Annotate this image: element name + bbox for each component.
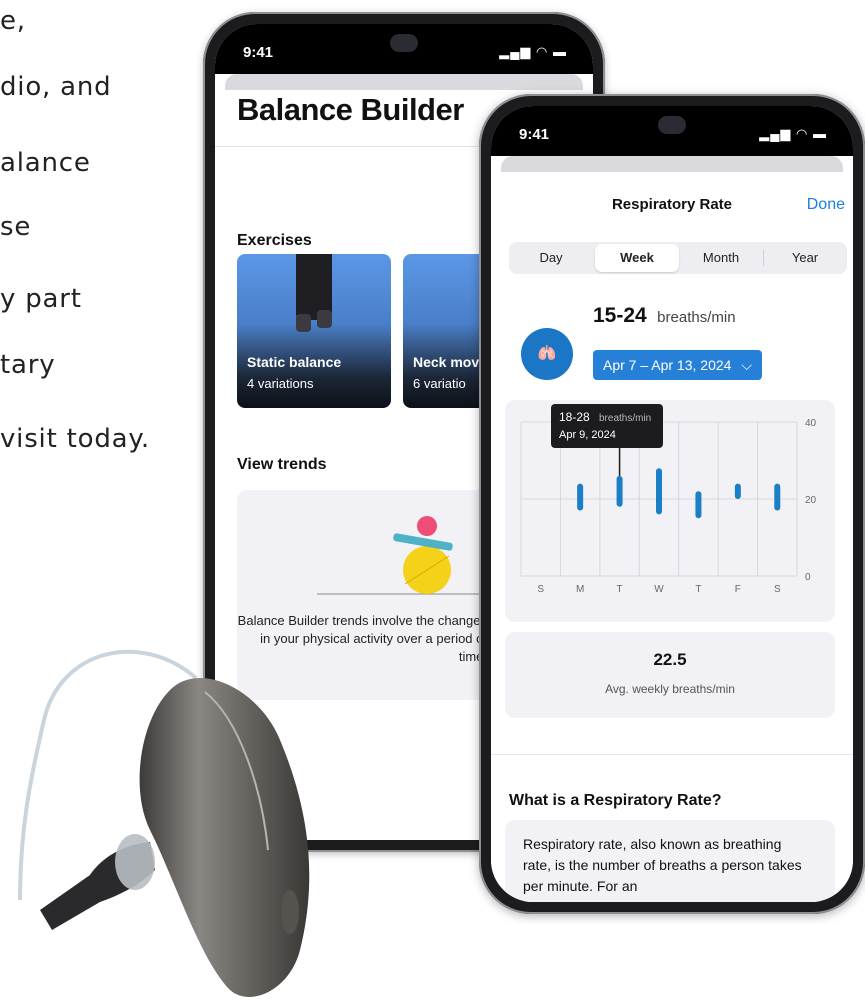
segment-month[interactable]: Month	[679, 242, 763, 274]
dynamic-island	[658, 116, 686, 134]
exercise-name: Neck mov	[413, 354, 480, 370]
phone-front: 9:41 ▂▄▆ ◠ ▬ Respiratory Rate Done Day W…	[479, 94, 865, 914]
info-heading: What is a Respiratory Rate?	[509, 792, 722, 809]
chart-svg: 40 20 0 S M T W T F S 18-28 breaths/min Apr 9, 2024	[520, 404, 817, 595]
bg-text-line-5: y part	[0, 284, 82, 314]
page-title: Balance Builder	[237, 92, 464, 127]
exercises-heading: Exercises	[237, 232, 312, 249]
status-bar: 9:41 ▂▄▆ ◠ ▬	[215, 24, 593, 74]
dynamic-island	[390, 34, 418, 52]
segment-day[interactable]: Day	[509, 242, 593, 274]
signal-wifi-battery-icon: ▂▄▆ ◠ ▬	[499, 44, 567, 59]
x-tick-label: T	[695, 584, 701, 595]
range-bar	[616, 475, 623, 507]
nav-title: Respiratory Rate	[611, 196, 733, 213]
shoe-image	[296, 314, 311, 332]
average-value: 22.5	[653, 650, 687, 669]
status-time: 9:41	[243, 44, 274, 61]
average-label: Avg. weekly breaths/min	[605, 682, 735, 696]
exercise-card-static-balance[interactable]: Static balance 4 variations	[237, 254, 391, 408]
tooltip-unit: breaths/min	[599, 413, 651, 424]
phone-front-screen: 9:41 ▂▄▆ ◠ ▬ Respiratory Rate Done Day W…	[491, 106, 853, 902]
bg-text-line-7: visit today.	[0, 424, 150, 454]
view-trends-heading: View trends	[237, 456, 327, 473]
exercise-name: Static balance	[247, 354, 342, 370]
hearing-aid-image	[18, 649, 310, 997]
y-tick-label: 40	[805, 418, 817, 429]
tooltip-date: Apr 9, 2024	[559, 429, 616, 441]
y-tick-label: 20	[805, 495, 817, 506]
respiratory-value: 15-24 breaths/min	[593, 304, 736, 328]
signal-wifi-battery-icon: ▂▄▆ ◠ ▬	[759, 126, 827, 141]
status-bar: 9:41 ▂▄▆ ◠ ▬	[491, 106, 853, 156]
range-bar	[577, 483, 584, 511]
value-unit: breaths/min	[657, 309, 736, 326]
chevron-down-icon: ⌵	[741, 357, 752, 373]
bg-text-line-4: se	[0, 212, 32, 242]
done-button[interactable]: Done	[807, 196, 845, 214]
x-tick-label: F	[735, 584, 741, 595]
info-card: Respiratory rate, also known as breathin…	[505, 820, 835, 902]
bg-text-line-1: e,	[0, 6, 26, 36]
bg-text-line-6: tary	[0, 350, 56, 380]
x-tick-label: S	[537, 584, 544, 595]
exercise-variations: 6 variatio	[413, 376, 466, 391]
average-card: 22.5 Avg. weekly breaths/min	[505, 632, 835, 718]
range-bar	[774, 483, 781, 511]
date-range-label: Apr 7 – Apr 13, 2024	[603, 357, 732, 373]
value-range: 15-24	[593, 304, 647, 327]
x-tick-label: W	[654, 584, 664, 595]
range-bar	[734, 483, 741, 499]
date-range-picker[interactable]: Apr 7 – Apr 13, 2024 ⌵	[593, 350, 762, 380]
info-text: Respiratory rate, also known as breathin…	[523, 836, 802, 894]
x-tick-label: M	[576, 584, 584, 595]
segment-week[interactable]: Week	[595, 244, 679, 272]
range-bar	[656, 468, 662, 515]
exercise-variations: 4 variations	[247, 376, 314, 391]
shoe-image	[317, 310, 332, 328]
bg-text-line-2: dio, and	[0, 72, 112, 102]
lungs-icon: 🫁	[521, 328, 573, 380]
tooltip-range: 18-28	[559, 410, 590, 424]
range-bar	[695, 491, 702, 519]
status-time: 9:41	[519, 126, 550, 143]
respiratory-chart[interactable]: 40 20 0 S M T W T F S 18-28 breaths/min Apr 9, 2024	[505, 400, 835, 622]
y-tick-label: 0	[805, 572, 811, 583]
bg-text-line-3: alance	[0, 148, 91, 178]
x-tick-label: S	[774, 584, 781, 595]
period-segmented-control: Day Week Month Year	[509, 242, 847, 274]
segment-year[interactable]: Year	[763, 242, 847, 274]
section-divider	[491, 754, 853, 755]
x-tick-label: T	[617, 584, 623, 595]
